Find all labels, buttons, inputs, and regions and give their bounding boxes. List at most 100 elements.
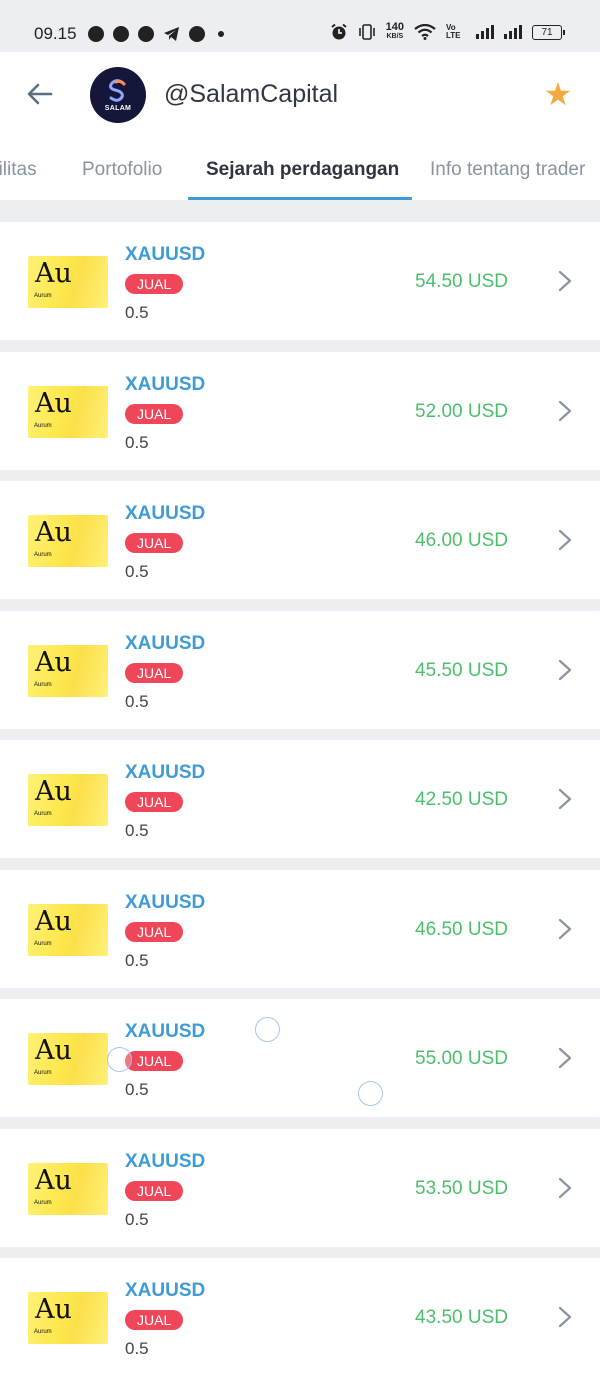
net-speed-unit: KB/S bbox=[386, 33, 404, 40]
asset-symbol: Au bbox=[35, 1294, 72, 1325]
trade-symbol: XAUUSD bbox=[125, 892, 206, 913]
trade-volume: 0.5 bbox=[125, 1339, 149, 1358]
trade-profit: 42.50 USD bbox=[415, 789, 508, 810]
gold-asset-icon: Au Aurum bbox=[28, 774, 108, 826]
facebook-icon bbox=[113, 26, 129, 42]
avatar[interactable]: SALAM bbox=[90, 67, 146, 123]
asset-name: Aurum bbox=[34, 682, 52, 688]
trade-symbol: XAUUSD bbox=[125, 633, 206, 654]
tab-portofolio[interactable]: Portofolio bbox=[82, 159, 162, 181]
app-header: SALAM @SalamCapital ★ bilitas Portofolio… bbox=[0, 52, 600, 200]
asset-name: Aurum bbox=[34, 811, 52, 817]
tab-bar: bilitas Portofolio Sejarah perdagangan I… bbox=[0, 152, 600, 200]
chevron-right-icon bbox=[552, 915, 578, 943]
sell-badge: JUAL bbox=[125, 922, 184, 942]
asset-symbol: Au bbox=[35, 1035, 72, 1066]
trade-symbol: XAUUSD bbox=[125, 503, 206, 524]
chevron-right-icon bbox=[552, 1174, 578, 1202]
trade-profit: 54.50 USD bbox=[415, 271, 508, 292]
net-speed: 140 KB/S bbox=[386, 22, 404, 42]
trade-symbol: XAUUSD bbox=[125, 1280, 206, 1301]
favorite-button[interactable]: ★ bbox=[540, 76, 576, 112]
asset-name: Aurum bbox=[34, 1200, 52, 1206]
touch-indicator bbox=[255, 1017, 280, 1042]
trade-row[interactable]: Au Aurum XAUUSD JUAL 0.5 42.50 USD bbox=[0, 740, 600, 858]
trade-symbol: XAUUSD bbox=[125, 1151, 206, 1172]
gold-asset-icon: Au Aurum bbox=[28, 1033, 108, 1085]
more-notifications-dot bbox=[218, 31, 224, 37]
asset-name: Aurum bbox=[34, 1070, 52, 1076]
gold-asset-icon: Au Aurum bbox=[28, 515, 108, 567]
status-bar: 09.15 140 KB/S Vo LTE 71 bbox=[0, 0, 600, 52]
gold-asset-icon: Au Aurum bbox=[28, 386, 108, 438]
signal-icon bbox=[476, 25, 494, 39]
trade-volume: 0.5 bbox=[125, 562, 149, 581]
gold-asset-icon: Au Aurum bbox=[28, 904, 108, 956]
profile-name: @SalamCapital bbox=[164, 80, 339, 108]
trade-volume: 0.5 bbox=[125, 433, 149, 452]
trade-symbol: XAUUSD bbox=[125, 762, 206, 783]
asset-name: Aurum bbox=[34, 941, 52, 947]
tab-trader-info[interactable]: Info tentang trader bbox=[430, 159, 585, 181]
sell-badge: JUAL bbox=[125, 1051, 184, 1071]
notification-icons bbox=[88, 26, 224, 42]
gold-asset-icon: Au Aurum bbox=[28, 1292, 108, 1344]
star-icon: ★ bbox=[543, 76, 573, 112]
gold-asset-icon: Au Aurum bbox=[28, 256, 108, 308]
sell-badge: JUAL bbox=[125, 792, 184, 812]
asset-symbol: Au bbox=[35, 517, 72, 548]
chevron-right-icon bbox=[552, 1303, 578, 1331]
whatsapp-icon bbox=[88, 26, 104, 42]
trade-volume: 0.5 bbox=[125, 821, 149, 840]
asset-name: Aurum bbox=[34, 293, 52, 299]
trade-volume: 0.5 bbox=[125, 951, 149, 970]
sell-badge: JUAL bbox=[125, 663, 184, 683]
b-icon bbox=[138, 26, 154, 42]
asset-symbol: Au bbox=[35, 388, 72, 419]
volte-label: Vo LTE bbox=[446, 23, 461, 40]
trade-row[interactable]: Au Aurum XAUUSD JUAL 0.5 43.50 USD bbox=[0, 1258, 600, 1376]
sell-badge: JUAL bbox=[125, 1181, 184, 1201]
trade-symbol: XAUUSD bbox=[125, 1021, 206, 1042]
trade-row[interactable]: Au Aurum XAUUSD JUAL 0.5 52.00 USD bbox=[0, 352, 600, 470]
avatar-brand: SALAM bbox=[104, 104, 132, 112]
battery-level: 71 bbox=[541, 26, 553, 38]
sell-badge: JUAL bbox=[125, 404, 184, 424]
tab-trade-history[interactable]: Sejarah perdagangan bbox=[206, 159, 399, 181]
touch-indicator bbox=[107, 1047, 132, 1072]
trade-row[interactable]: Au Aurum XAUUSD JUAL 0.5 45.50 USD bbox=[0, 611, 600, 729]
asset-name: Aurum bbox=[34, 1329, 52, 1335]
chevron-right-icon bbox=[552, 656, 578, 684]
trade-profit: 55.00 USD bbox=[415, 1048, 508, 1069]
trade-symbol: XAUUSD bbox=[125, 374, 206, 395]
tab-stabilitas[interactable]: bilitas bbox=[0, 159, 37, 181]
sell-badge: JUAL bbox=[125, 1310, 184, 1330]
trade-volume: 0.5 bbox=[125, 1210, 149, 1229]
trade-row[interactable]: Au Aurum XAUUSD JUAL 0.5 53.50 USD bbox=[0, 1129, 600, 1247]
salam-logo-icon bbox=[109, 78, 126, 102]
system-icons: 140 KB/S Vo LTE 71 bbox=[330, 22, 565, 42]
signal-icon bbox=[504, 25, 522, 39]
facebook-icon bbox=[189, 26, 205, 42]
chevron-right-icon bbox=[552, 526, 578, 554]
chevron-right-icon bbox=[552, 785, 578, 813]
trade-profit: 53.50 USD bbox=[415, 1178, 508, 1199]
trade-row[interactable]: Au Aurum XAUUSD JUAL 0.5 46.00 USD bbox=[0, 481, 600, 599]
trade-symbol: XAUUSD bbox=[125, 244, 206, 265]
chevron-right-icon bbox=[552, 397, 578, 425]
asset-symbol: Au bbox=[35, 258, 72, 289]
trade-volume: 0.5 bbox=[125, 692, 149, 711]
net-speed-value: 140 bbox=[385, 21, 404, 33]
trade-volume: 0.5 bbox=[125, 1080, 149, 1099]
back-button[interactable] bbox=[22, 76, 58, 112]
trade-profit: 52.00 USD bbox=[415, 401, 508, 422]
asset-name: Aurum bbox=[34, 423, 52, 429]
gold-asset-icon: Au Aurum bbox=[28, 645, 108, 697]
arrow-left-icon bbox=[27, 83, 53, 105]
telegram-icon bbox=[164, 27, 179, 41]
trade-row[interactable]: Au Aurum XAUUSD JUAL 0.5 54.50 USD bbox=[0, 222, 600, 340]
trade-row[interactable]: Au Aurum XAUUSD JUAL 0.5 55.00 USD bbox=[0, 999, 600, 1117]
asset-name: Aurum bbox=[34, 552, 52, 558]
trade-profit: 46.50 USD bbox=[415, 919, 508, 940]
trade-row[interactable]: Au Aurum XAUUSD JUAL 0.5 46.50 USD bbox=[0, 870, 600, 988]
